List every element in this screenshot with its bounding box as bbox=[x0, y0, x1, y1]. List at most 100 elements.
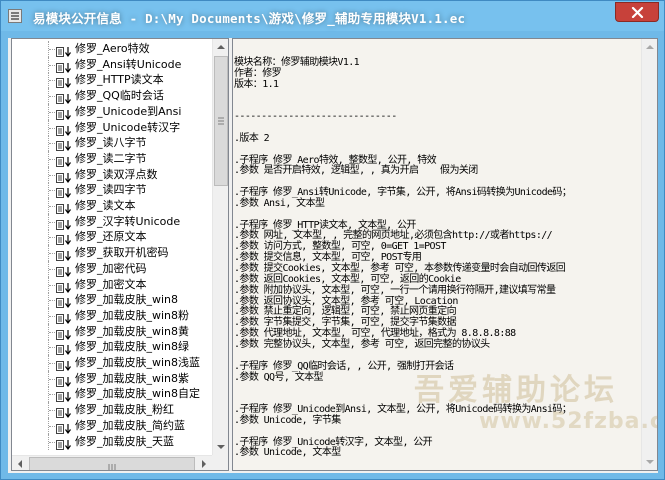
code-line: .参数 禁止重定向, 逻辑型, 可空, 禁止网页重定向 bbox=[234, 306, 457, 318]
tree-item-label: 修罗_QQ临时会话 bbox=[75, 89, 164, 103]
tree-item[interactable]: 修罗_加载皮肤_win8绿 bbox=[12, 339, 212, 356]
code-scroll-up-arrow-icon[interactable] bbox=[642, 39, 657, 56]
method-down-arrow-icon bbox=[56, 388, 73, 403]
tree-item[interactable]: 修罗_汉字转Unicode bbox=[12, 213, 212, 230]
code-line: .参数 QQ号, 文本型 bbox=[234, 371, 324, 383]
tree-item[interactable]: 修罗_读四字节 bbox=[12, 182, 212, 199]
tree-item[interactable]: 修罗_加载皮肤_win8黄 bbox=[12, 323, 212, 340]
tree-item-label: 修罗_Aero特效 bbox=[75, 42, 150, 55]
watermark-url: www.52fzba.com bbox=[479, 409, 657, 434]
tree-horizontal-scroll-thumb[interactable] bbox=[29, 457, 195, 470]
code-line: .参数 完整协议头, 文本型, 参考 可空, 返回完整的协议头 bbox=[234, 338, 490, 350]
tree-item[interactable]: 修罗_HTTP读文本 bbox=[12, 72, 212, 89]
method-down-arrow-icon bbox=[56, 279, 73, 293]
code-vertical-scrollbar[interactable] bbox=[641, 39, 657, 470]
app-window-icon[interactable] bbox=[8, 9, 22, 23]
tree-item[interactable]: 修罗_加密文本 bbox=[12, 276, 212, 293]
tree-item[interactable]: 修罗_加载皮肤_简约蓝 bbox=[12, 417, 212, 434]
tree-item-label: 修罗_加载皮肤_win8 bbox=[75, 293, 179, 307]
code-line: .参数 附加协议头, 文本型, 可空, 一行一个请用换行符隔开,建议填写常量 bbox=[234, 284, 556, 296]
method-down-arrow-icon bbox=[56, 373, 73, 387]
tree-item-label: 修罗_加载皮肤_win8自定 bbox=[75, 387, 201, 401]
method-down-arrow-icon bbox=[56, 43, 73, 58]
tree-item[interactable]: 修罗_加载皮肤_win8浅蓝 bbox=[12, 355, 212, 372]
code-line: ------------------------------ bbox=[234, 111, 397, 123]
method-down-arrow-icon bbox=[56, 74, 73, 89]
tree-item[interactable]: 修罗_加载皮肤_天蓝 bbox=[12, 433, 212, 450]
tree-item-label: 修罗_加载皮肤_天蓝 bbox=[75, 434, 174, 448]
code-line: .参数 返回协议头, 文本型, 参考 可空, Location bbox=[234, 295, 458, 307]
tree-item[interactable]: 修罗_Unicode转汉字 bbox=[12, 119, 212, 136]
method-down-arrow-icon bbox=[56, 310, 73, 324]
tree-item-label: 修罗_Unicode到Ansi bbox=[75, 104, 182, 118]
code-line: .参数 是否开启特效, 逻辑型, , 真为开启 假为关闭 bbox=[234, 165, 478, 177]
code-line: 模块名称：修罗辅助模块V1.1 bbox=[234, 56, 360, 68]
tree-horizontal-scrollbar[interactable] bbox=[12, 455, 212, 470]
method-down-arrow-icon bbox=[56, 200, 73, 215]
tree-item-label: 修罗_读双浮点数 bbox=[75, 167, 158, 181]
main-window: 易模块公开信息 - D:\My Documents\游戏\修罗_辅助专用模块V1… bbox=[0, 0, 665, 480]
method-down-arrow-icon bbox=[56, 137, 73, 152]
tree-item[interactable]: 修罗_Unicode到Ansi bbox=[12, 103, 212, 120]
tree-item[interactable]: 修罗_读双浮点数 bbox=[12, 166, 212, 183]
code-view[interactable]: 模块名称：修罗辅助模块V1.1 作者：修罗 版本：1.1 --------------… bbox=[232, 38, 658, 471]
method-down-arrow-icon bbox=[56, 122, 73, 136]
method-down-arrow-icon bbox=[56, 263, 73, 277]
tree-item[interactable]: 修罗_读八字节 bbox=[12, 135, 212, 152]
tree-item-label: 修罗_加密文本 bbox=[75, 277, 147, 291]
code-line: .版本 2 bbox=[234, 132, 270, 144]
code-line: .参数 提交信息, 文本型, 可空, POST专用 bbox=[234, 252, 422, 264]
tree-item[interactable]: 修罗_获取开机密码 bbox=[12, 245, 212, 262]
tree-item-label: 修罗_加载皮肤_win8粉 bbox=[75, 308, 190, 322]
scroll-down-arrow-icon[interactable] bbox=[213, 438, 228, 455]
client-area: 修罗_Aero特效 修罗_Ansi转Unicode 修罗_HTTP读文本 修罗_QQ临… bbox=[8, 38, 658, 473]
tree-item[interactable]: 修罗_还原文本 bbox=[12, 229, 212, 246]
tree-item[interactable]: 修罗_读二字节 bbox=[12, 150, 212, 167]
tree-item[interactable]: 修罗_Aero特效 bbox=[12, 41, 212, 58]
tree-item-label: 修罗_加载皮肤_win8黄 bbox=[75, 324, 190, 338]
code-line: .参数 提交Cookies, 文本型, 参考 可空, 本参数传递变量时会自动回传… bbox=[234, 263, 566, 274]
code-scroll-down-arrow-icon[interactable] bbox=[642, 453, 657, 470]
tree-item-label: 修罗_加载皮肤_win8紫 bbox=[75, 371, 190, 385]
tree-item-label: 修罗_汉字转Unicode bbox=[75, 214, 181, 228]
close-button[interactable] bbox=[615, 2, 659, 22]
tree-item-list: 修罗_Aero特效 修罗_Ansi转Unicode 修罗_HTTP读文本 修罗_QQ临… bbox=[12, 39, 212, 455]
tree-item[interactable]: 修罗_加载皮肤_win8紫 bbox=[12, 370, 212, 387]
scroll-up-arrow-icon[interactable] bbox=[213, 39, 228, 56]
code-line: .参数 返回Cookies, 文本型, 可空, 返回的Cookie bbox=[234, 273, 461, 285]
tree-item-label: 修罗_HTTP读文本 bbox=[75, 73, 164, 87]
scroll-left-arrow-icon[interactable] bbox=[12, 456, 29, 470]
tree-vertical-scroll-thumb[interactable] bbox=[214, 56, 228, 186]
tree-item[interactable]: 修罗_加载皮肤_win8 bbox=[12, 292, 212, 309]
title-bar[interactable]: 易模块公开信息 - D:\My Documents\游戏\修罗_辅助专用模块V1… bbox=[1, 1, 664, 31]
tree-item[interactable]: 修罗_读文本 bbox=[12, 198, 212, 215]
tree-item[interactable]: 修罗_加密代码 bbox=[12, 260, 212, 277]
scroll-right-arrow-icon[interactable] bbox=[195, 456, 212, 470]
tree-item-label: 修罗_读文本 bbox=[75, 199, 136, 212]
tree-item[interactable]: 修罗_加载皮肤_win8自定 bbox=[12, 386, 212, 403]
window-title: 易模块公开信息 - D:\My Documents\游戏\修罗_辅助专用模块V1… bbox=[33, 11, 466, 26]
code-line: .参数 网址, 文本型, , 完整的网页地址,必须包含http://或者http… bbox=[234, 230, 553, 242]
tree-item[interactable]: 修罗_Ansi转Unicode bbox=[12, 56, 212, 73]
code-line: .参数 字节集提交, 字节集, 可空, 提交字节集数据 bbox=[234, 317, 457, 329]
code-line: .参数 Ansi, 文本型 bbox=[234, 197, 325, 209]
tree-item[interactable]: 修罗_QQ临时会话 bbox=[12, 88, 212, 105]
tree-item[interactable]: 修罗_加载皮肤_粉红 bbox=[12, 402, 212, 419]
method-down-arrow-icon bbox=[56, 247, 73, 262]
method-down-arrow-icon bbox=[56, 404, 73, 419]
method-tree[interactable]: 修罗_Aero特效 修罗_Ansi转Unicode 修罗_HTTP读文本 修罗_QQ临… bbox=[11, 38, 229, 471]
method-down-arrow-icon bbox=[56, 153, 73, 167]
tree-item-label: 修罗_加密代码 bbox=[75, 261, 147, 275]
method-down-arrow-icon bbox=[56, 59, 73, 73]
close-icon bbox=[631, 7, 644, 18]
tree-item[interactable]: 修罗_加载皮肤_win8粉 bbox=[12, 307, 212, 324]
code-line: 版本：1.1 bbox=[234, 78, 279, 90]
tree-item-label: 修罗_加载皮肤_win8绿 bbox=[75, 340, 190, 354]
method-down-arrow-icon bbox=[56, 169, 73, 183]
code-line: .子程序 修罗_Ansi转Unicode, 字节集, 公开, 将Ansi码转换为… bbox=[234, 187, 572, 199]
code-line: .子程序 修罗_HTTP读文本, 文本型, 公开 bbox=[234, 219, 416, 231]
code-line: .参数 访问方式, 整数型, 可空, 0=GET 1=POST bbox=[234, 241, 446, 253]
tree-item-label: 修罗_Unicode转汉字 bbox=[75, 120, 181, 134]
tree-item-label: 修罗_读八字节 bbox=[75, 136, 147, 150]
tree-vertical-scrollbar[interactable] bbox=[212, 39, 228, 455]
